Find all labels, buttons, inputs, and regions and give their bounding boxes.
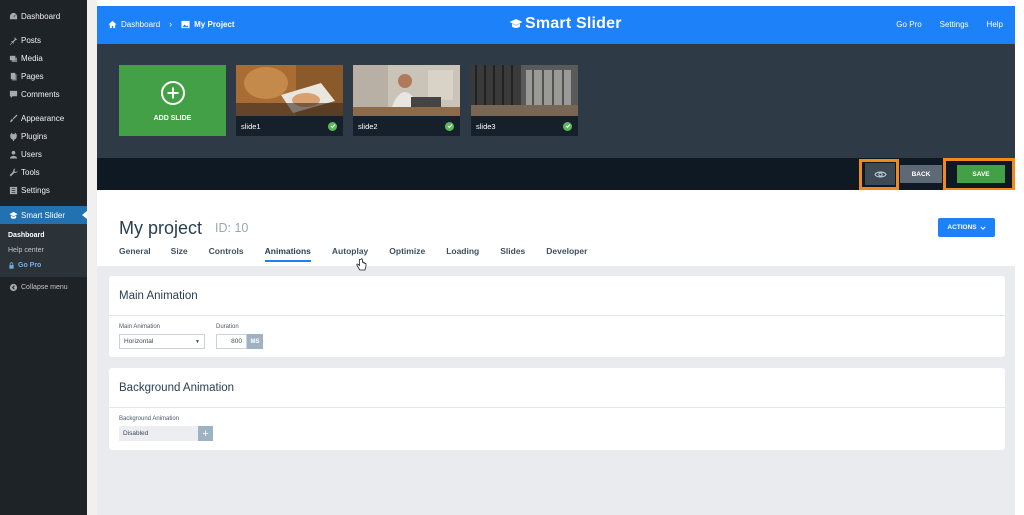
chevron-right-icon: › bbox=[169, 19, 173, 29]
slide-name: slide3 bbox=[476, 121, 496, 131]
page-title: My project bbox=[119, 218, 203, 238]
slide-thumbnail-2[interactable]: slide2 bbox=[353, 65, 460, 136]
dropdown-arrow-icon: ▼ bbox=[195, 338, 200, 345]
wp-menu-dashboard[interactable]: Dashboard bbox=[0, 7, 87, 25]
plug-icon bbox=[6, 132, 20, 141]
back-button[interactable]: BACK bbox=[900, 165, 942, 183]
breadcrumb-project[interactable]: My Project bbox=[194, 20, 234, 29]
check-icon[interactable] bbox=[563, 121, 572, 131]
tab-controls[interactable]: Controls bbox=[209, 246, 244, 262]
settings-icon bbox=[6, 186, 20, 195]
plus-circle-icon bbox=[160, 80, 185, 105]
comments-icon bbox=[6, 90, 20, 99]
main-animation-panel: Main Animation Main Animation Horizontal… bbox=[109, 276, 1005, 357]
users-icon bbox=[6, 150, 20, 159]
right-edge bbox=[1015, 0, 1024, 515]
background-animation-panel: Background Animation Background Animatio… bbox=[109, 368, 1005, 450]
project-tabs: General Size Controls Animations Autopla… bbox=[119, 246, 587, 262]
background-animation-field[interactable]: Disabled bbox=[119, 426, 198, 441]
dashboard-icon bbox=[6, 12, 20, 21]
save-highlight-box bbox=[943, 158, 1015, 191]
image-icon bbox=[181, 20, 190, 29]
smart-slider-icon bbox=[6, 211, 20, 220]
project-header: My project ID: 10 ACTIONS General Size C… bbox=[97, 190, 1015, 266]
slide-caption: slide1 bbox=[236, 116, 343, 136]
panel-title: Main Animation bbox=[119, 290, 198, 302]
slide-caption: slide3 bbox=[471, 116, 578, 136]
tab-slides[interactable]: Slides bbox=[500, 246, 525, 262]
graduation-cap-icon bbox=[509, 19, 523, 28]
wp-menu-settings[interactable]: Settings bbox=[0, 181, 87, 199]
slide-name: slide1 bbox=[241, 121, 261, 131]
breadcrumb: Dashboard › My Project bbox=[108, 19, 235, 29]
smart-slider-app: Dashboard › My Project Smart Slider Go P… bbox=[97, 6, 1015, 515]
plus-icon: + bbox=[202, 427, 209, 440]
panel-divider bbox=[109, 315, 1005, 316]
preview-highlight-box bbox=[859, 159, 899, 190]
slides-area: ADD SLIDE slide1 slide2 slide3 bbox=[97, 44, 1015, 158]
hand-cursor-icon bbox=[356, 258, 367, 271]
wp-menu-smart-slider[interactable]: Smart Slider bbox=[0, 206, 87, 224]
wp-menu-users[interactable]: Users bbox=[0, 145, 87, 163]
tab-optimize[interactable]: Optimize bbox=[389, 246, 425, 262]
wp-submenu-go-pro[interactable]: Go Pro bbox=[8, 262, 41, 269]
home-icon bbox=[108, 20, 117, 29]
wp-menu-posts[interactable]: Posts bbox=[0, 31, 87, 49]
app-topbar: Dashboard › My Project Smart Slider Go P… bbox=[97, 6, 1015, 44]
brush-icon bbox=[6, 113, 20, 123]
panel-divider bbox=[109, 407, 1005, 408]
slide-thumbnail-3[interactable]: slide3 bbox=[471, 65, 578, 136]
wp-menu-plugins[interactable]: Plugins bbox=[0, 127, 87, 145]
wp-menu-media[interactable]: Media bbox=[0, 49, 87, 67]
wp-admin-sidebar: Dashboard Posts Media Pages Comments App… bbox=[0, 0, 87, 515]
wp-menu-pages[interactable]: Pages bbox=[0, 67, 87, 85]
add-slide-button[interactable]: ADD SLIDE bbox=[119, 65, 226, 136]
top-link-help[interactable]: Help bbox=[987, 20, 1003, 29]
duration-unit: MS bbox=[247, 334, 263, 349]
duration-label: Duration bbox=[216, 324, 239, 330]
pin-icon bbox=[6, 36, 20, 45]
editor-toolbar: BACK SAVE bbox=[97, 158, 1015, 191]
tab-animations[interactable]: Animations bbox=[264, 246, 312, 262]
project-id: ID: 10 bbox=[215, 221, 249, 235]
slide-image bbox=[236, 65, 343, 116]
slide-name: slide2 bbox=[358, 121, 378, 131]
content-gutter bbox=[87, 0, 97, 515]
slide-thumbnail-1[interactable]: slide1 bbox=[236, 65, 343, 136]
wp-submenu-dashboard[interactable]: Dashboard bbox=[8, 232, 45, 239]
slide-image bbox=[471, 65, 578, 116]
add-background-animation-button[interactable]: + bbox=[198, 426, 213, 441]
background-animation-label: Background Animation bbox=[119, 416, 180, 422]
duration-input[interactable]: 800 bbox=[216, 334, 247, 349]
wp-menu-comments[interactable]: Comments bbox=[0, 85, 87, 103]
main-animation-label: Main Animation bbox=[119, 324, 161, 330]
media-icon bbox=[6, 54, 20, 63]
breadcrumb-dashboard[interactable]: Dashboard bbox=[121, 20, 160, 29]
tab-loading[interactable]: Loading bbox=[446, 246, 479, 262]
top-link-settings[interactable]: Settings bbox=[940, 20, 969, 29]
check-icon[interactable] bbox=[328, 121, 337, 131]
top-link-go-pro[interactable]: Go Pro bbox=[896, 20, 921, 29]
panel-title: Background Animation bbox=[119, 382, 235, 394]
chevron-down-icon bbox=[980, 226, 986, 230]
smart-slider-logo: Smart Slider bbox=[509, 15, 622, 33]
tab-size[interactable]: Size bbox=[171, 246, 188, 262]
actions-button[interactable]: ACTIONS bbox=[938, 218, 995, 237]
collapse-icon bbox=[6, 283, 20, 292]
tab-general[interactable]: General bbox=[119, 246, 151, 262]
lock-icon bbox=[9, 262, 14, 269]
pages-icon bbox=[6, 72, 20, 81]
wrench-icon bbox=[6, 167, 20, 177]
wp-submenu: Dashboard Help center Go Pro bbox=[0, 224, 87, 277]
main-animation-select[interactable]: Horizontal ▼ bbox=[119, 334, 205, 349]
slide-caption: slide2 bbox=[353, 116, 460, 136]
tab-developer[interactable]: Developer bbox=[546, 246, 587, 262]
slide-image bbox=[353, 65, 460, 116]
check-icon[interactable] bbox=[445, 121, 454, 131]
top-links: Go Pro Settings Help bbox=[896, 20, 1003, 29]
wp-submenu-help-center[interactable]: Help center bbox=[8, 247, 44, 254]
wp-collapse-menu[interactable]: Collapse menu bbox=[0, 278, 87, 296]
wp-menu-tools[interactable]: Tools bbox=[0, 163, 87, 181]
wp-menu-appearance[interactable]: Appearance bbox=[0, 109, 87, 127]
